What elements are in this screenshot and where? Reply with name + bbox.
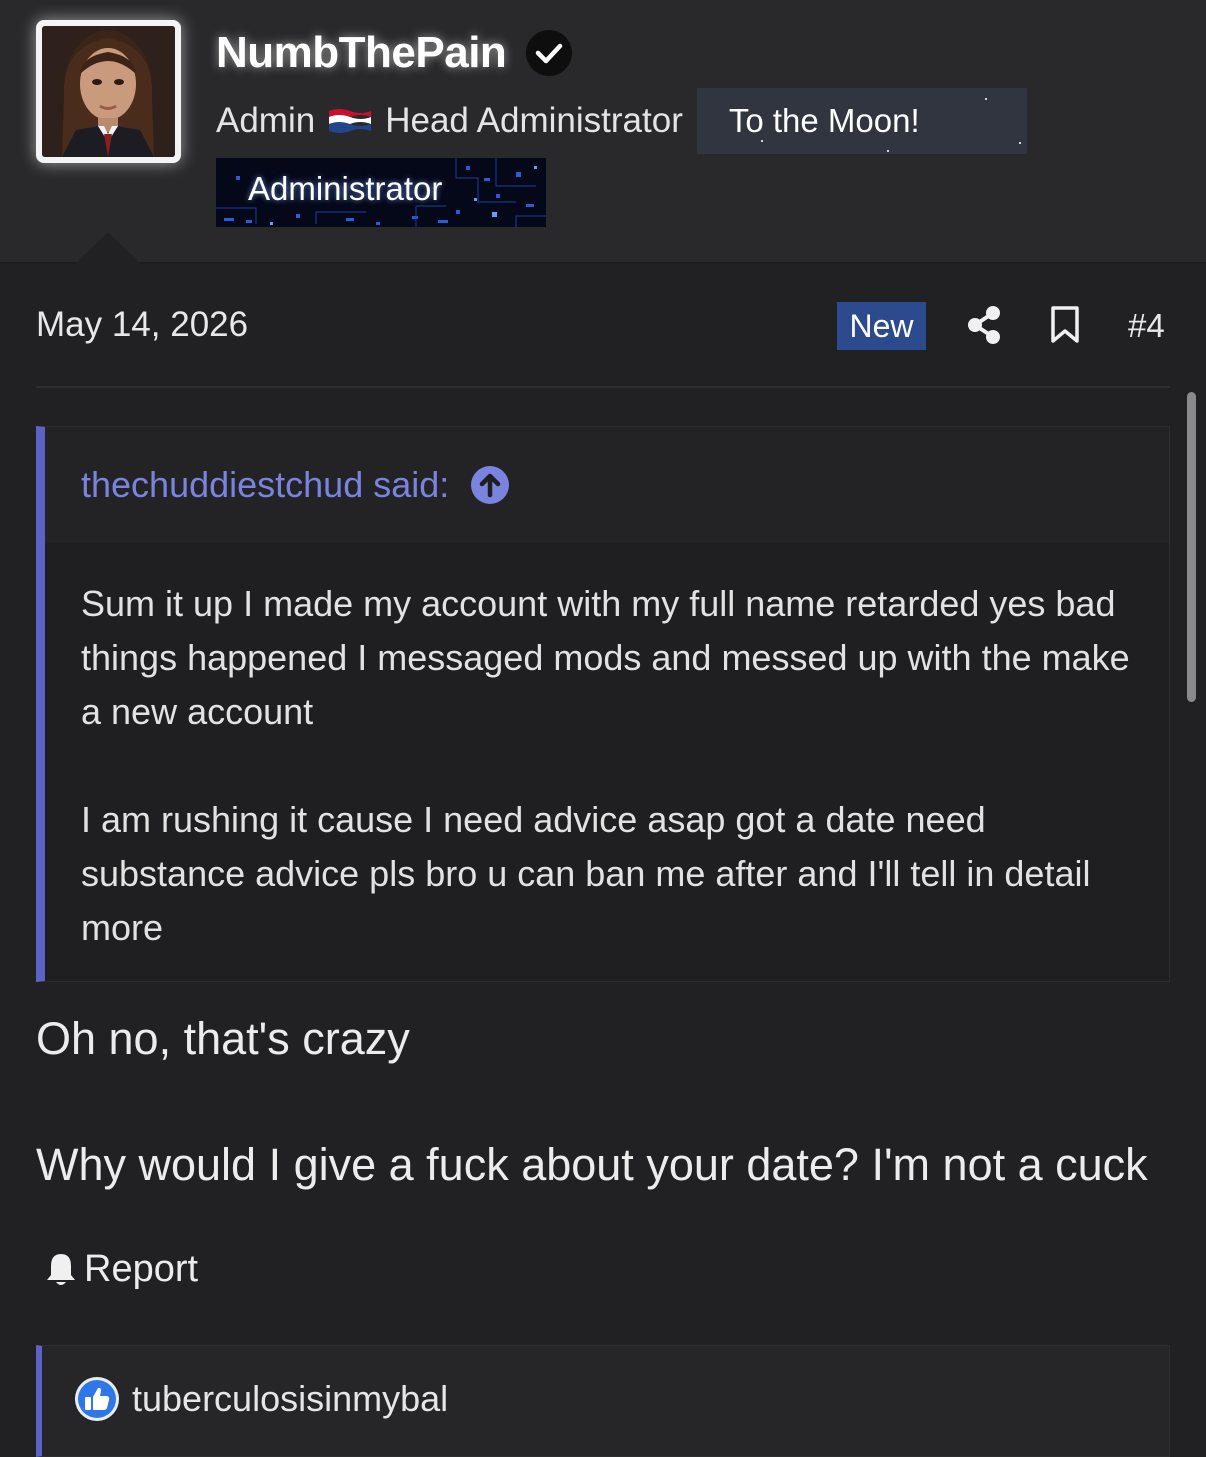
- user-banner-to-the-moon: To the Moon!: [696, 88, 1027, 154]
- quote-paragraph: Sum it up I made my account with my full…: [81, 583, 1130, 732]
- quote-author-link[interactable]: thechuddiestchud said:: [81, 464, 449, 506]
- username-row: NumbThePain: [216, 24, 573, 82]
- divider: [36, 386, 1170, 388]
- user-title-row: Admin Head Administrator To the Moon!: [216, 88, 1027, 154]
- post-pointer: [74, 232, 142, 265]
- group-banner-label: Administrator: [248, 170, 443, 207]
- star-dot: [760, 140, 763, 142]
- bookmark-icon[interactable]: [1049, 305, 1081, 345]
- quote-paragraph: I am rushing it cause I need advice asap…: [81, 799, 1091, 948]
- report-label: Report: [84, 1248, 199, 1290]
- post-text: Oh no, that's crazy: [36, 1013, 410, 1064]
- check-circle-icon: [526, 30, 573, 76]
- avatar-image: [42, 26, 175, 157]
- reaction-user-link[interactable]: tuberculosisinmybal: [132, 1378, 448, 1420]
- arrow-up-circle-icon[interactable]: [471, 466, 510, 504]
- forum-post-page: NumbThePain Admin Head Administrator To …: [0, 0, 1206, 1457]
- reactions-bar[interactable]: tuberculosisinmybal: [36, 1345, 1170, 1457]
- new-badge: New: [837, 302, 926, 350]
- post-number-link[interactable]: #4: [1128, 307, 1165, 345]
- report-button[interactable]: Report: [44, 1248, 198, 1291]
- star-dot: [1018, 142, 1021, 144]
- star-dot: [886, 150, 889, 152]
- share-icon[interactable]: [966, 305, 1002, 345]
- post-text: Why would I give a fuck about your date?…: [36, 1139, 1148, 1190]
- quote-header: thechuddiestchud said:: [45, 427, 1169, 543]
- thumbs-up-icon: [74, 1376, 120, 1422]
- bell-icon: [44, 1251, 78, 1289]
- user-header: NumbThePain Admin Head Administrator To …: [0, 0, 1206, 265]
- username[interactable]: NumbThePain: [216, 28, 507, 78]
- quote-body: Sum it up I made my account with my full…: [45, 543, 1169, 955]
- avatar-portrait: [42, 26, 175, 157]
- user-role: Head Administrator: [385, 101, 683, 140]
- star-dot: [984, 98, 987, 100]
- post-date[interactable]: May 14, 2026: [36, 305, 248, 345]
- user-banner-label: To the Moon!: [728, 102, 920, 139]
- netherlands-flag-icon: [329, 107, 372, 135]
- group-banner-administrator: Administrator: [216, 158, 546, 227]
- quote-block: thechuddiestchud said: Sum it up I made …: [36, 426, 1170, 982]
- scrollbar[interactable]: [1187, 392, 1196, 702]
- user-title: Admin: [216, 101, 316, 140]
- avatar[interactable]: [36, 20, 181, 163]
